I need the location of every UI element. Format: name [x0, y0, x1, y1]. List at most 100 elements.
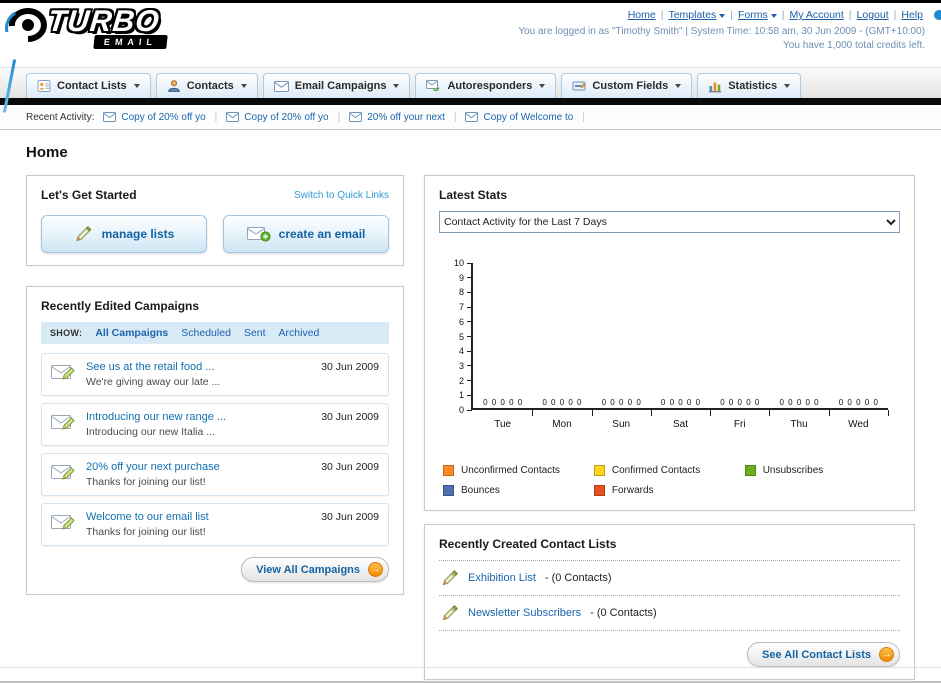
tab-contact-lists[interactable]: Contact Lists [26, 73, 151, 98]
header-link-forms[interactable]: Forms [738, 9, 777, 21]
recent-activity-item[interactable]: Copy of 20% off yo [103, 111, 206, 123]
campaign-text: See us at the retail food ... We're givin… [86, 361, 312, 388]
separator: | [781, 9, 785, 21]
y-tick-mark [467, 380, 472, 382]
chevron-down-icon [133, 84, 140, 88]
chart-groups: 0 0 0 0 0 Tue 0 0 0 0 0 Mon 0 0 0 0 0 Sun 0 0 … [473, 263, 889, 430]
separator: | [453, 111, 457, 123]
latest-stats-title: Latest Stats [439, 188, 508, 202]
custom-fields-icon [572, 79, 586, 93]
campaigns-panel: Recently Edited Campaigns SHOW: All Camp… [26, 286, 404, 595]
contact-list-link[interactable]: Exhibition List [468, 572, 536, 584]
header-link-home[interactable]: Home [628, 9, 656, 21]
view-all-campaigns-button[interactable]: View All Campaigns [241, 557, 389, 582]
campaign-filters: All Campaigns Scheduled Sent Archived [95, 327, 319, 339]
page: TURBO EMAIL Home | Templates | Forms | My Acco… [0, 0, 941, 683]
y-tick-mark [467, 365, 472, 367]
pencil-icon [441, 604, 459, 622]
latest-stats-panel: Latest Stats Contact Activity for the La… [424, 175, 915, 511]
campaign-row: Introducing our new range ... Introducing… [41, 403, 389, 446]
tab-statistics[interactable]: Statistics [697, 73, 802, 98]
header: TURBO EMAIL Home | Templates | Forms | My Acco… [0, 3, 941, 67]
contact-lists-panel: Recently Created Contact Lists Exhibitio… [424, 524, 915, 680]
campaign-title-link[interactable]: 20% off your next purchase [86, 461, 312, 473]
header-link-templates[interactable]: Templates [668, 9, 726, 21]
campaign-subtitle: We're giving away our late ... [86, 376, 221, 388]
filter-archived[interactable]: Archived [279, 327, 320, 339]
main-nav: Contact Lists Contacts Email Campaigns Auto… [0, 67, 941, 98]
header-link-help[interactable]: Help [901, 9, 923, 21]
legend-label: Forwards [611, 485, 654, 496]
legend-item: Bounces [443, 485, 594, 496]
stats-period-select[interactable]: Contact Activity for the Last 7 Days [439, 211, 900, 233]
separator: | [582, 111, 585, 123]
campaign-title-link[interactable]: Welcome to our email list [86, 511, 312, 523]
activity-item-label: Copy of 20% off yo [244, 111, 329, 123]
y-tick-mark [467, 277, 472, 279]
header-link-my-account[interactable]: My Account [790, 9, 844, 21]
bar-value-labels: 0 0 0 0 0 [838, 398, 878, 407]
activity-item-label: 20% off your next [367, 111, 445, 123]
login-info: You are logged in as "Timothy Smith" | S… [518, 26, 925, 37]
chevron-down-icon [719, 14, 726, 18]
show-label: SHOW: [50, 328, 83, 338]
campaign-title-link[interactable]: See us at the retail food ... [86, 361, 312, 373]
bar-value-labels: 0 0 0 0 0 [660, 398, 701, 407]
logo-text: TURBO [46, 4, 162, 38]
filter-all-campaigns[interactable]: All Campaigns [95, 327, 168, 339]
logo-subtext: EMAIL [93, 34, 168, 49]
chevron-down-icon [240, 84, 247, 88]
bar-value-labels: 0 0 0 0 0 [542, 398, 582, 407]
chevron-down-icon [675, 84, 682, 88]
tab-contacts[interactable]: Contacts [155, 73, 258, 98]
campaign-text: Introducing our new range ... Introducing… [86, 411, 312, 438]
chevron-down-icon [393, 84, 400, 88]
x-tick-label: Sun [612, 419, 631, 430]
y-tick-label: 2 [458, 375, 464, 386]
campaign-title-link[interactable]: Introducing our new range ... [86, 411, 312, 423]
campaign-date: 30 Jun 2009 [321, 411, 379, 423]
separator: | [848, 9, 852, 21]
y-tick-mark [467, 336, 472, 337]
tab-autoresponders[interactable]: Autoresponders [415, 73, 557, 98]
chart-category-group: 0 0 0 0 0 Fri [710, 263, 771, 430]
recent-activity-item[interactable]: Copy of Welcome to [465, 112, 573, 123]
recent-activity-label: Recent Activity: [26, 111, 95, 123]
envelope-pencil-icon [51, 462, 77, 483]
campaign-text: 20% off your next purchase Thanks for joi… [86, 461, 312, 488]
create-email-button[interactable]: create an email [223, 215, 389, 253]
chart-plot: 0 0 0 0 0 Tue 0 0 0 0 0 Mon 0 0 0 0 0 Sun 0 0 … [467, 262, 889, 430]
contact-list-link[interactable]: Newsletter Subscribers [468, 607, 581, 619]
filter-sent[interactable]: Sent [244, 327, 266, 339]
recent-activity-item[interactable]: Copy of 20% off yo [226, 111, 329, 123]
app-logo: TURBO EMAIL [4, 4, 168, 50]
header-link-logout[interactable]: Logout [857, 9, 889, 21]
tab-email-campaigns[interactable]: Email Campaigns [262, 73, 411, 98]
y-tick-label: 9 [458, 272, 464, 283]
y-tick-mark [467, 306, 472, 308]
recent-activity-bar: Recent Activity: Copy of 20% off yo | Copy… [0, 105, 941, 130]
tab-label: Contacts [186, 80, 234, 92]
tab-custom-fields[interactable]: Custom Fields [561, 73, 693, 98]
legend-swatch [593, 465, 605, 476]
campaign-list: See us at the retail food ... We're givin… [41, 353, 389, 546]
email-campaigns-icon [273, 80, 289, 92]
envelope-icon [465, 112, 479, 122]
separator: | [893, 9, 897, 21]
legend-swatch [443, 485, 454, 496]
see-all-contact-lists-label: See All Contact Lists [761, 648, 871, 661]
manage-lists-icon [74, 225, 94, 243]
activity-item-label: Copy of 20% off yo [121, 111, 206, 123]
filter-scheduled[interactable]: Scheduled [181, 327, 231, 339]
chart-category-group: 0 0 0 0 0 Tue [473, 263, 534, 430]
x-tick-label: Fri [733, 419, 746, 430]
chart-category-group: 0 0 0 0 0 Wed [829, 263, 889, 430]
manage-lists-button[interactable]: manage lists [41, 215, 207, 253]
switch-quick-links-link[interactable]: Switch to Quick Links [294, 190, 389, 201]
x-tick-label: Thu [790, 419, 808, 430]
legend-item: Confirmed Contacts [593, 465, 745, 476]
y-tick-label: 1 [458, 390, 464, 401]
recent-activity-item[interactable]: 20% off your next [349, 112, 445, 123]
see-all-contact-lists-button[interactable]: See All Contact Lists [746, 642, 900, 667]
y-tick-label: 3 [458, 360, 464, 371]
